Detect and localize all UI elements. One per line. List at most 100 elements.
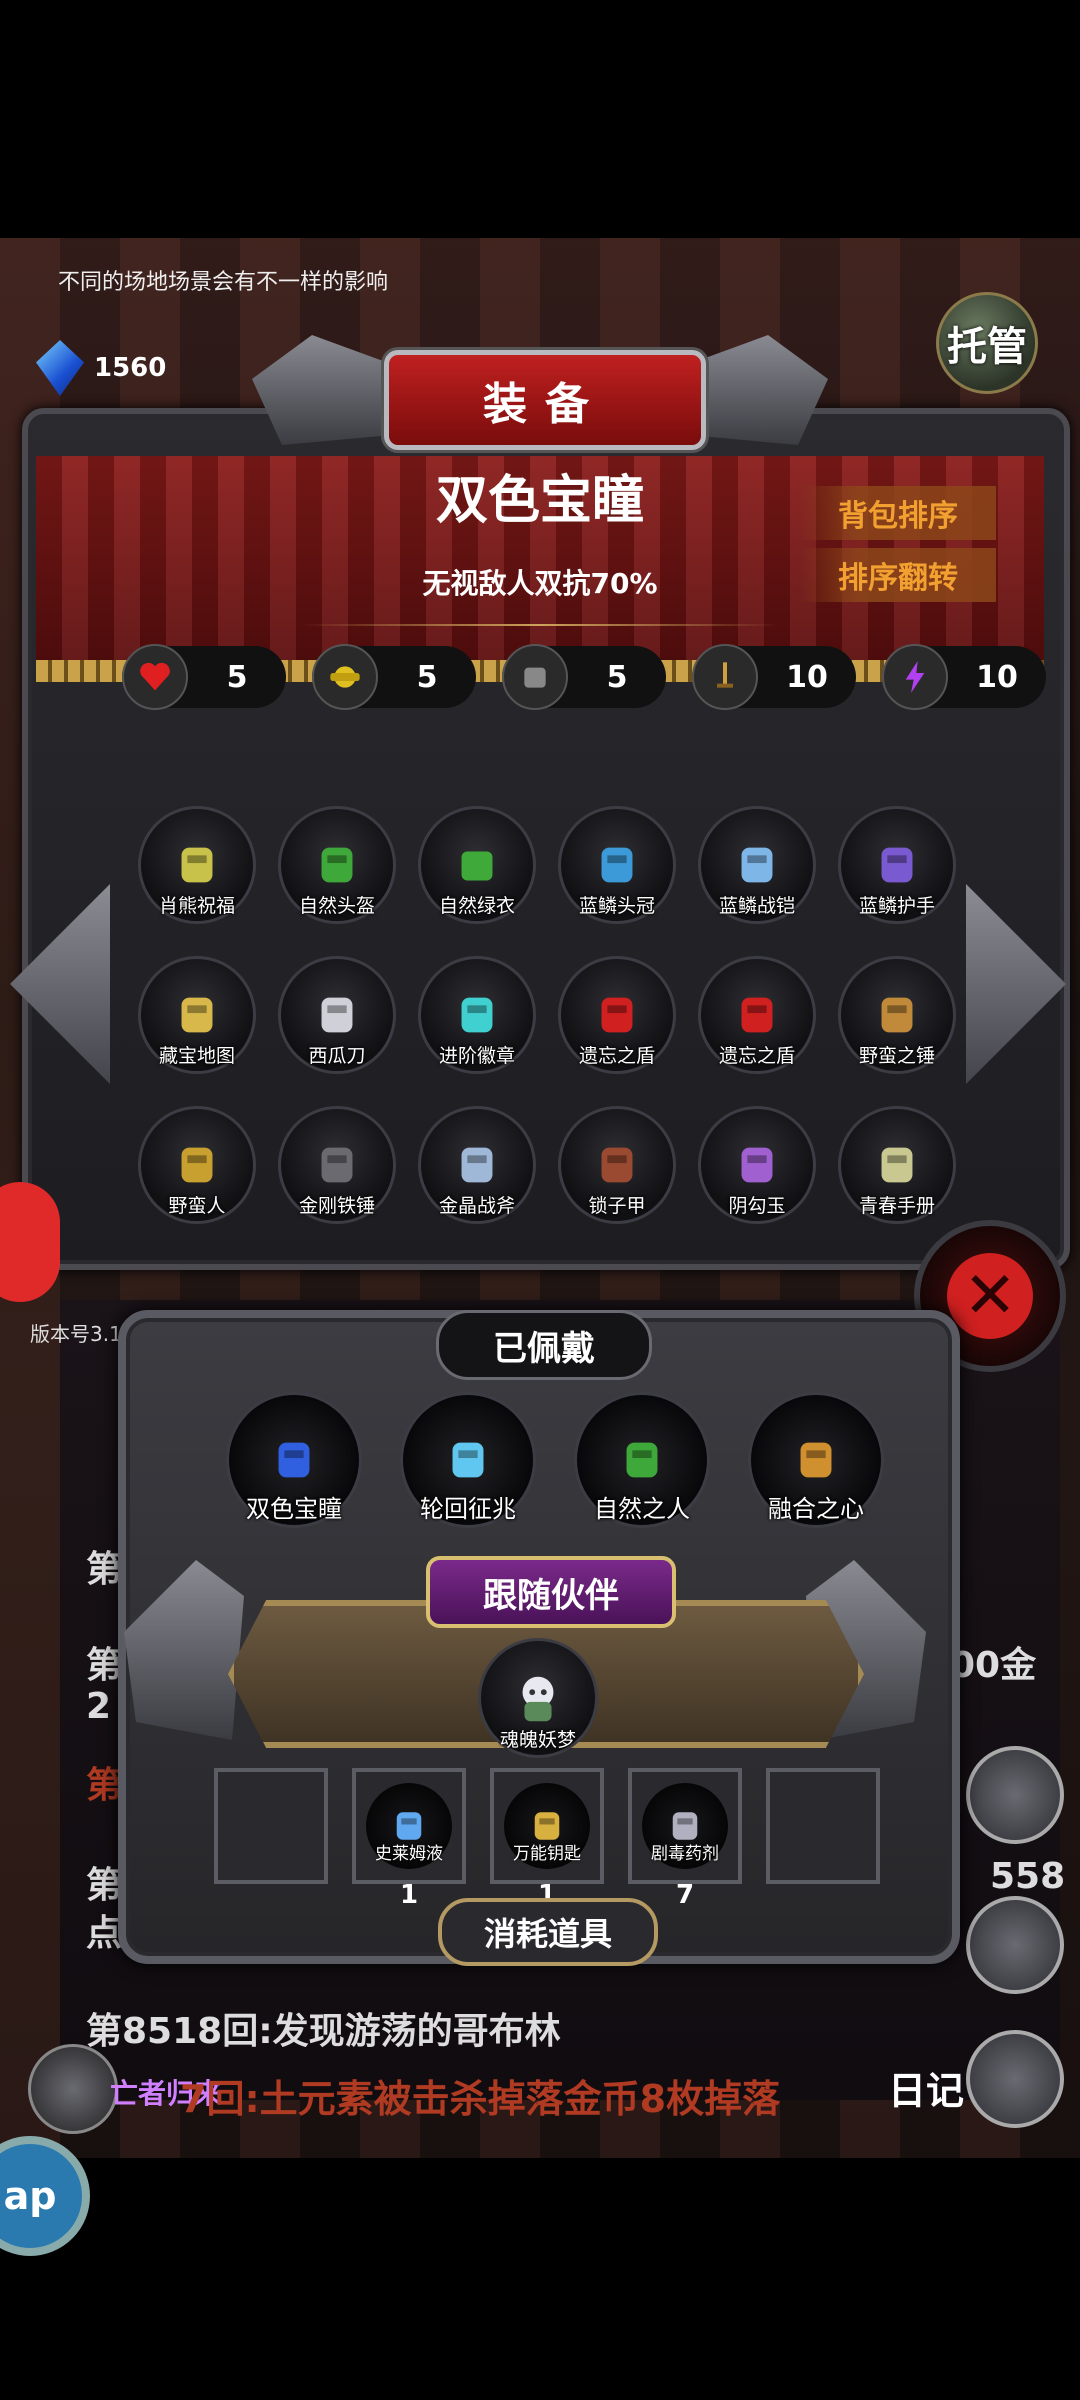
consumable-slot[interactable] xyxy=(766,1768,880,1884)
helmet-icon xyxy=(321,847,353,883)
gauntlet-icon xyxy=(881,847,913,883)
jade-icon xyxy=(741,1147,773,1183)
amulet-icon xyxy=(181,847,213,883)
inventory-slot[interactable]: 金晶战斧 xyxy=(418,1106,536,1224)
map-icon xyxy=(181,997,213,1033)
consumable-label: 剧毒药剂 xyxy=(651,1844,719,1864)
stats-bar: 5 5 5 10 10 xyxy=(122,644,1046,710)
gem-icon xyxy=(36,340,84,396)
badge-icon xyxy=(461,997,493,1033)
diary-label[interactable]: 日记 xyxy=(888,2060,964,2115)
equipped-slot[interactable]: 双色宝瞳 xyxy=(226,1392,362,1528)
scene-tip: 不同的场地场景会有不一样的影响 xyxy=(58,270,389,295)
gem-count: 1560 xyxy=(94,353,167,383)
hero-avatar[interactable] xyxy=(28,2044,118,2134)
inventory-grid: 肖熊祝福 自然头盔 自然绿衣 蓝鳞头冠 蓝鳞战铠 蓝鳞护手 藏宝地图 西瓜刀 进… xyxy=(138,806,956,1224)
equipped-slot[interactable]: 轮回征兆 xyxy=(400,1392,536,1528)
pendant-icon xyxy=(278,1442,310,1478)
consumable-slot[interactable]: 剧毒药剂 7 xyxy=(628,1768,742,1910)
inventory-slot[interactable]: 青春手册 xyxy=(838,1106,956,1224)
stat-icon-wrap xyxy=(122,644,188,710)
diary-book-icon[interactable] xyxy=(966,2030,1064,2128)
consumables-row: 史莱姆液 1 万能钥匙 1 剧毒药剂 7 xyxy=(214,1768,880,1910)
stat-pill: 5 xyxy=(502,644,666,710)
companion-title: 跟随伙伴 xyxy=(426,1556,676,1628)
flip-sort-button[interactable]: 排序翻转 xyxy=(800,548,996,602)
barbarian-icon xyxy=(181,1147,213,1183)
log-line: 第 xyxy=(86,1765,123,1806)
inventory-slot[interactable]: 锁子甲 xyxy=(558,1106,676,1224)
inventory-slot[interactable]: 蓝鳞战铠 xyxy=(698,806,816,924)
stat-pill: 5 xyxy=(122,644,286,710)
slot-label: 自然头盔 xyxy=(298,895,375,917)
log-line: 第 xyxy=(86,1645,123,1686)
consumable-slot[interactable]: 万能钥匙 1 xyxy=(490,1768,604,1910)
log-line: 2 xyxy=(86,1686,112,1727)
tavern-mug-icon[interactable] xyxy=(966,1896,1064,1994)
orbs-icon xyxy=(800,1442,832,1478)
slot-label: 野蛮之锤 xyxy=(858,1045,935,1067)
auto-play-button[interactable]: 托管 xyxy=(936,292,1038,394)
inventory-slot[interactable]: 进阶徽章 xyxy=(418,956,536,1074)
stat-icon-wrap xyxy=(882,644,948,710)
crown-icon xyxy=(601,847,633,883)
stat-value: 5 xyxy=(416,659,438,695)
slot-label: 遗忘之盾 xyxy=(718,1045,795,1067)
log-line: 00金 xyxy=(950,1645,1037,1686)
close-icon: ✕ xyxy=(947,1253,1033,1339)
stat-pill: 5 xyxy=(312,644,476,710)
gem-counter: 1560 xyxy=(36,340,166,396)
slot-label: 融合之心 xyxy=(768,1495,864,1523)
slot-label: 西瓜刀 xyxy=(308,1045,366,1067)
equipped-row: 双色宝瞳 轮回征兆 自然之人 融合之心 xyxy=(226,1392,884,1528)
slot-label: 藏宝地图 xyxy=(158,1045,235,1067)
nature-man-icon xyxy=(626,1442,658,1478)
knight-helmet-icon[interactable] xyxy=(966,1746,1064,1844)
inventory-slot[interactable]: 藏宝地图 xyxy=(138,956,256,1074)
sort-bag-button[interactable]: 背包排序 xyxy=(800,486,996,540)
inventory-slot[interactable]: 金刚铁锤 xyxy=(278,1106,396,1224)
slot-label: 锁子甲 xyxy=(588,1195,646,1217)
inventory-slot[interactable]: 蓝鳞护手 xyxy=(838,806,956,924)
axe-icon xyxy=(461,1147,493,1183)
equipped-slot[interactable]: 自然之人 xyxy=(574,1392,710,1528)
side-avatar[interactable] xyxy=(0,1182,60,1302)
inventory-slot[interactable]: 自然绿衣 xyxy=(418,806,536,924)
stat-icon-wrap xyxy=(502,644,568,710)
slot-label: 野蛮人 xyxy=(168,1195,226,1217)
slot-label: 蓝鳞头冠 xyxy=(578,895,655,917)
stat-pill: 10 xyxy=(882,644,1046,710)
inventory-slot[interactable]: 蓝鳞头冠 xyxy=(558,806,676,924)
consumable-slot[interactable] xyxy=(214,1768,328,1884)
inventory-slot[interactable]: 肖熊祝福 xyxy=(138,806,256,924)
stat-value: 10 xyxy=(976,659,1018,695)
log-line: 点 xyxy=(86,1913,123,1954)
book-icon xyxy=(881,1147,913,1183)
log-line: 558 xyxy=(990,1856,1066,1897)
stat-pill: 10 xyxy=(692,644,856,710)
strength-icon xyxy=(330,666,360,688)
equipped-slot[interactable]: 融合之心 xyxy=(748,1392,884,1528)
inventory-slot[interactable]: 自然头盔 xyxy=(278,806,396,924)
inventory-slot[interactable]: 野蛮之锤 xyxy=(838,956,956,1074)
equipped-title: 已佩戴 xyxy=(436,1310,652,1380)
slot-label: 金刚铁锤 xyxy=(298,1195,375,1217)
shield-icon xyxy=(601,997,633,1033)
companion-slot[interactable]: 魂魄妖梦 xyxy=(478,1638,598,1758)
inventory-slot[interactable]: 西瓜刀 xyxy=(278,956,396,1074)
stat-icon-wrap xyxy=(312,644,378,710)
shield-icon xyxy=(741,997,773,1033)
inventory-slot[interactable]: 阴勾玉 xyxy=(698,1106,816,1224)
club-icon xyxy=(881,997,913,1033)
slot-label: 双色宝瞳 xyxy=(246,1495,342,1523)
stat-icon-wrap xyxy=(692,644,758,710)
armor-icon xyxy=(461,851,493,881)
log-line: 第 xyxy=(86,1549,123,1590)
slot-label: 蓝鳞护手 xyxy=(858,895,935,917)
blade-icon xyxy=(321,997,353,1033)
inventory-slot[interactable]: 遗忘之盾 xyxy=(698,956,816,1074)
consumable-slot[interactable]: 史莱姆液 1 xyxy=(352,1768,466,1910)
inventory-slot[interactable]: 遗忘之盾 xyxy=(558,956,676,1074)
inventory-slot[interactable]: 野蛮人 xyxy=(138,1106,256,1224)
consumable-label: 万能钥匙 xyxy=(513,1844,581,1864)
